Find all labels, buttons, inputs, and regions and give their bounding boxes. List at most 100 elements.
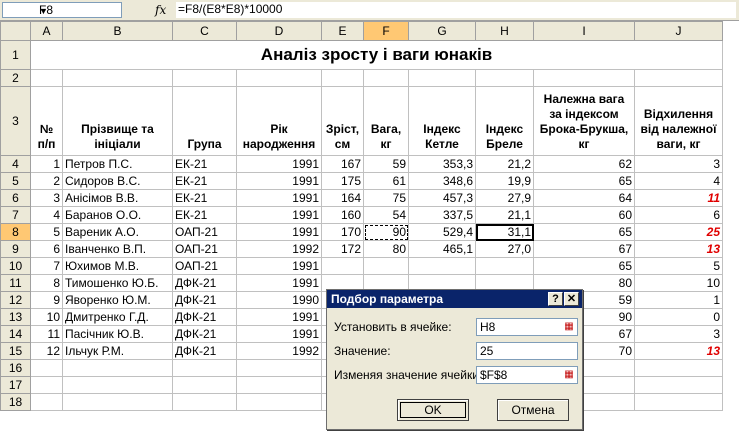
cell[interactable]: [30, 359, 63, 377]
cell[interactable]: [236, 69, 322, 87]
row-header-15[interactable]: 15: [0, 342, 31, 360]
row-header-18[interactable]: 18: [0, 393, 31, 411]
cell-weight[interactable]: 59: [363, 155, 409, 173]
cell-name[interactable]: Яворенко Ю.М.: [62, 291, 173, 309]
close-icon[interactable]: ✕: [564, 292, 579, 306]
cell[interactable]: [634, 393, 723, 411]
cell[interactable]: [62, 376, 173, 394]
cell-height[interactable]: 164: [321, 189, 364, 207]
cell-no[interactable]: 2: [30, 172, 63, 190]
cell-group[interactable]: ДФК-21: [172, 308, 237, 326]
row-header-3[interactable]: 3: [0, 86, 31, 156]
cell-deviation[interactable]: 25: [634, 223, 723, 241]
row-header-5[interactable]: 5: [0, 172, 31, 190]
cell[interactable]: [363, 69, 409, 87]
row-header-8[interactable]: 8: [0, 223, 31, 241]
column-title-quetelet[interactable]: Індекс Кетле: [408, 86, 476, 156]
sheet-title[interactable]: Аналіз зросту і ваги юнаків: [30, 40, 723, 70]
change-cell-input[interactable]: $F$8 ▦: [476, 366, 578, 384]
cell-breal[interactable]: [475, 257, 534, 275]
row-header-14[interactable]: 14: [0, 325, 31, 343]
cell-broca[interactable]: 65: [533, 172, 635, 190]
fx-icon[interactable]: fx: [155, 2, 166, 18]
cell-no[interactable]: 7: [30, 257, 63, 275]
column-header-i[interactable]: I: [533, 21, 635, 41]
column-header-g[interactable]: G: [408, 21, 476, 41]
cell-group[interactable]: ЕК-21: [172, 155, 237, 173]
cell[interactable]: [236, 376, 322, 394]
cell-height[interactable]: [321, 257, 364, 275]
cell-broca[interactable]: 65: [533, 257, 635, 275]
row-header-1[interactable]: 1: [0, 40, 31, 70]
cell-year[interactable]: 1992: [236, 342, 322, 360]
cell-broca[interactable]: 62: [533, 155, 635, 173]
row-header-7[interactable]: 7: [0, 206, 31, 224]
cell-height[interactable]: 160: [321, 206, 364, 224]
cell[interactable]: [62, 359, 173, 377]
cell-name[interactable]: Петров П.С.: [62, 155, 173, 173]
cell-deviation[interactable]: 13: [634, 342, 723, 360]
cell-name[interactable]: Тимошенко Ю.Б.: [62, 274, 173, 292]
cell-name[interactable]: Іванченко В.П.: [62, 240, 173, 258]
cell-name[interactable]: Пасічник Ю.В.: [62, 325, 173, 343]
column-title-weight[interactable]: Вага, кг: [363, 86, 409, 156]
cell-weight[interactable]: 61: [363, 172, 409, 190]
cancel-button[interactable]: Отмена: [497, 399, 569, 421]
cell[interactable]: [634, 376, 723, 394]
cell-deviation[interactable]: 11: [634, 189, 723, 207]
cell-broca[interactable]: 65: [533, 223, 635, 241]
cell-group[interactable]: ЕК-21: [172, 189, 237, 207]
cell-name[interactable]: Ільчук Р.М.: [62, 342, 173, 360]
column-header-h[interactable]: H: [475, 21, 534, 41]
cell-no[interactable]: 12: [30, 342, 63, 360]
cell[interactable]: [475, 69, 534, 87]
cell-broca[interactable]: 64: [533, 189, 635, 207]
cell-name[interactable]: Вареник А.О.: [62, 223, 173, 241]
cell-quetelet[interactable]: 337,5: [408, 206, 476, 224]
row-header-2[interactable]: 2: [0, 69, 31, 87]
cell[interactable]: [236, 359, 322, 377]
cell-no[interactable]: 8: [30, 274, 63, 292]
cell[interactable]: [172, 393, 237, 411]
cell-name[interactable]: Юхимов М.В.: [62, 257, 173, 275]
cell-deviation[interactable]: 5: [634, 257, 723, 275]
cell-deviation[interactable]: 0: [634, 308, 723, 326]
cell-breal[interactable]: 19,9: [475, 172, 534, 190]
help-icon[interactable]: ?: [548, 292, 563, 306]
cell[interactable]: [30, 69, 63, 87]
cell-broca[interactable]: 60: [533, 206, 635, 224]
column-header-e[interactable]: E: [321, 21, 364, 41]
cell-group[interactable]: ДФК-21: [172, 274, 237, 292]
cell-weight[interactable]: 80: [363, 240, 409, 258]
cell[interactable]: [533, 69, 635, 87]
cell-group[interactable]: ДФК-21: [172, 291, 237, 309]
cell-no[interactable]: 3: [30, 189, 63, 207]
cell-height[interactable]: 170: [321, 223, 364, 241]
cell-no[interactable]: 9: [30, 291, 63, 309]
cell-year[interactable]: 1991: [236, 206, 322, 224]
cell-year[interactable]: 1991: [236, 308, 322, 326]
row-header-4[interactable]: 4: [0, 155, 31, 173]
row-header-10[interactable]: 10: [0, 257, 31, 275]
cell-weight[interactable]: 90: [363, 223, 409, 241]
cell[interactable]: [408, 69, 476, 87]
cell-no[interactable]: 5: [30, 223, 63, 241]
cell-quetelet[interactable]: 529,4: [408, 223, 476, 241]
cell-broca[interactable]: 67: [533, 240, 635, 258]
cell-group[interactable]: ЕК-21: [172, 172, 237, 190]
cell-quetelet[interactable]: 457,3: [408, 189, 476, 207]
column-header-a[interactable]: A: [30, 21, 63, 41]
ok-button[interactable]: OK: [397, 399, 469, 421]
cell-no[interactable]: 10: [30, 308, 63, 326]
cell[interactable]: [172, 359, 237, 377]
select-all-corner[interactable]: [0, 21, 31, 41]
row-header-12[interactable]: 12: [0, 291, 31, 309]
column-title-name[interactable]: Прізвище та ініціали: [62, 86, 173, 156]
column-title-breal[interactable]: Індекс Бреле: [475, 86, 534, 156]
chevron-down-icon[interactable]: ▼: [39, 4, 119, 19]
cell-breal[interactable]: 21,1: [475, 206, 534, 224]
cell-group[interactable]: ОАП-21: [172, 240, 237, 258]
cell-year[interactable]: 1991: [236, 223, 322, 241]
cell-group[interactable]: ОАП-21: [172, 257, 237, 275]
cell-name[interactable]: Анісімов В.В.: [62, 189, 173, 207]
